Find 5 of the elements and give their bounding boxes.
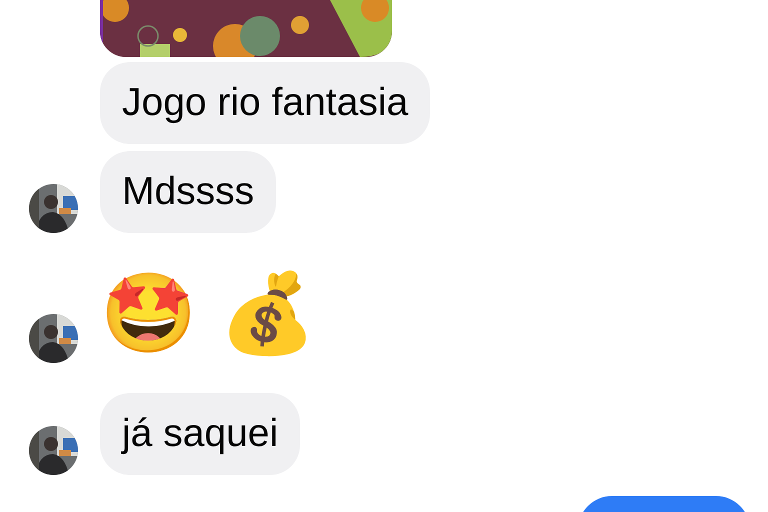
message-bubble: Mdssss bbox=[100, 151, 276, 233]
emoji: 🤩 bbox=[100, 268, 198, 362]
emoji: 💰 bbox=[219, 268, 316, 362]
message-bubble: já saquei bbox=[100, 393, 300, 475]
message-bubble: Jogo rio fantasia bbox=[100, 62, 430, 144]
